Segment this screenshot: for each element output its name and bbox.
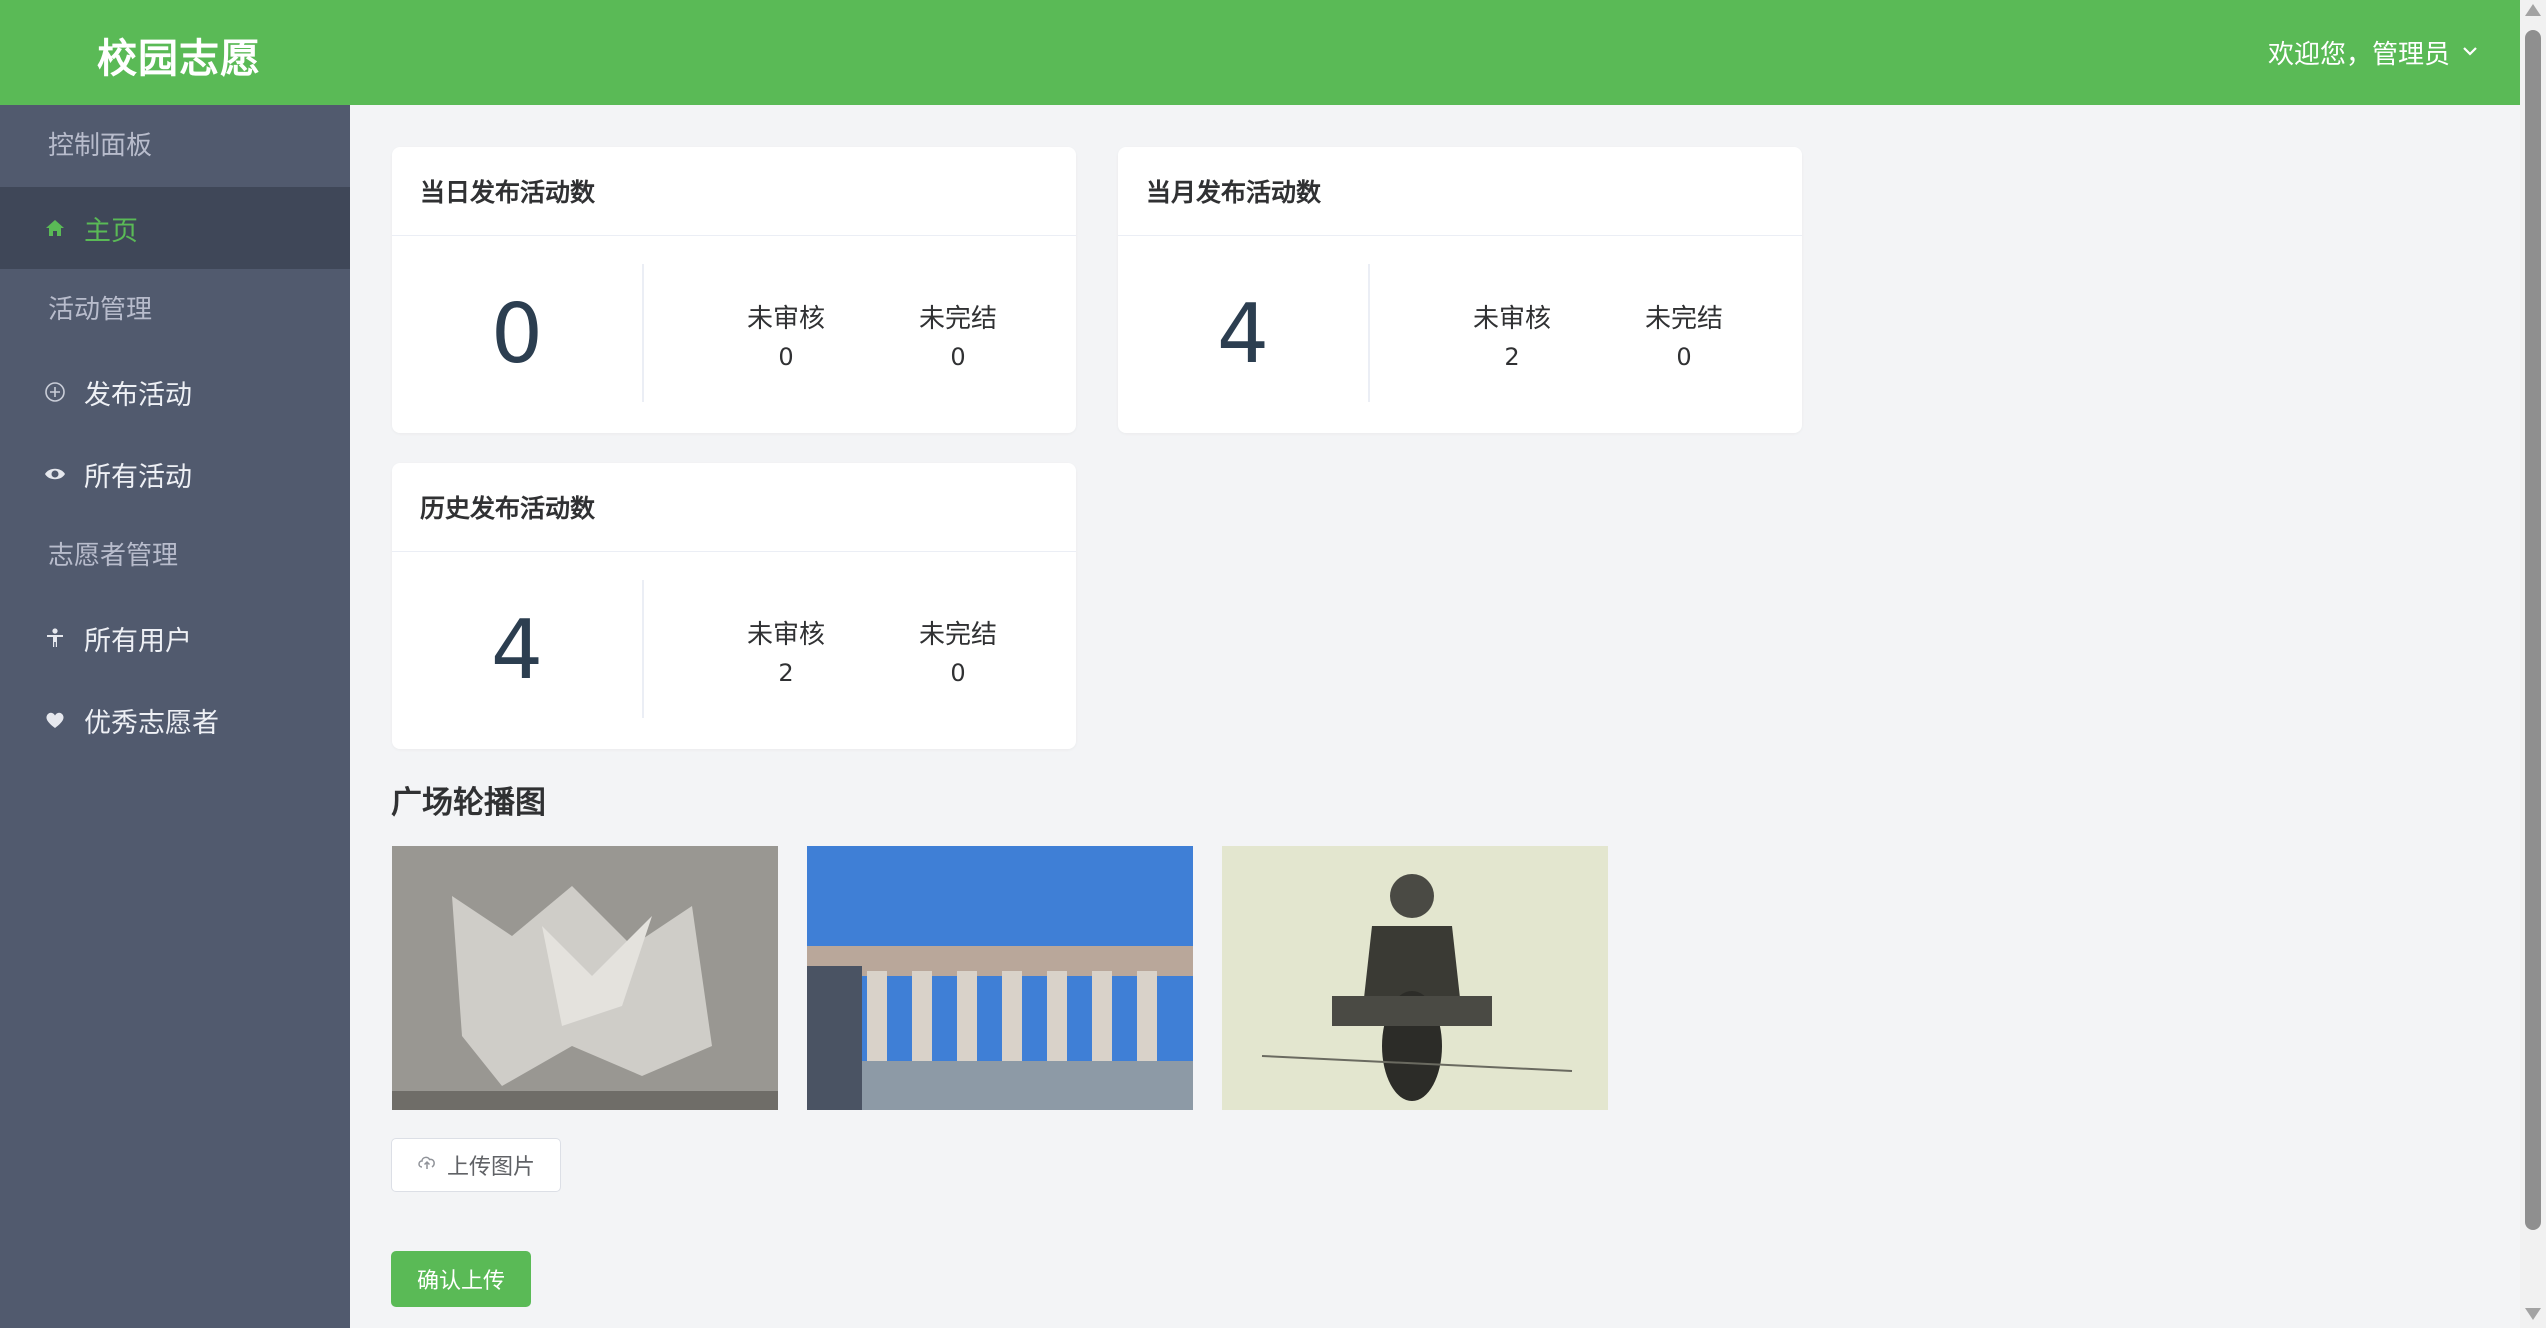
pending-stat: 未审核 2 bbox=[1452, 298, 1572, 371]
sidebar: 控制面板 主页 活动管理 发布活动 所有活动 志愿者管理 所有用户 优秀志愿者 bbox=[0, 105, 350, 1328]
sidebar-item-all-users[interactable]: 所有用户 bbox=[0, 597, 350, 679]
unfinished-label: 未完结 bbox=[1644, 304, 1723, 334]
scroll-down-arrow-icon[interactable] bbox=[2525, 1308, 2541, 1320]
vertical-scrollbar[interactable] bbox=[2520, 0, 2546, 1328]
pending-value: 0 bbox=[778, 343, 794, 371]
unfinished-stat: 未完结 0 bbox=[898, 614, 1018, 687]
card-title: 当月发布活动数 bbox=[1118, 147, 1802, 236]
confirm-upload-button[interactable]: 确认上传 bbox=[391, 1251, 531, 1307]
sidebar-item-label: 主页 bbox=[84, 215, 138, 247]
sidebar-item-label: 发布活动 bbox=[84, 379, 192, 411]
sidebar-item-label: 优秀志愿者 bbox=[84, 707, 219, 739]
pending-value: 2 bbox=[1504, 343, 1520, 371]
pending-stat: 未审核 0 bbox=[726, 298, 846, 371]
unfinished-value: 0 bbox=[950, 343, 966, 371]
card-title: 当日发布活动数 bbox=[392, 147, 1076, 236]
upload-button-label: 上传图片 bbox=[446, 1155, 535, 1180]
main-content: 当日发布活动数 0 未审核 0 未完结 0 当月发布活动数 4 未审核 2 未完… bbox=[350, 105, 2520, 1328]
stat-card-monthly: 当月发布活动数 4 未审核 2 未完结 0 bbox=[1118, 147, 1802, 433]
divider bbox=[1368, 264, 1370, 402]
heart-icon bbox=[42, 707, 68, 733]
carousel-image[interactable] bbox=[807, 846, 1193, 1110]
unfinished-stat: 未完结 0 bbox=[898, 298, 1018, 371]
total-count: 0 bbox=[490, 287, 544, 382]
menu-group-dashboard: 控制面板 bbox=[48, 131, 153, 161]
carousel-title: 广场轮播图 bbox=[391, 785, 546, 821]
upload-image-button[interactable]: 上传图片 bbox=[391, 1138, 561, 1192]
divider bbox=[642, 580, 644, 718]
chevron-down-icon bbox=[2460, 38, 2480, 68]
pending-label: 未审核 bbox=[746, 620, 825, 650]
scroll-thumb[interactable] bbox=[2525, 30, 2541, 1230]
pending-label: 未审核 bbox=[746, 304, 825, 334]
welcome-text: 欢迎您，管理员 bbox=[2267, 40, 2450, 70]
divider bbox=[642, 264, 644, 402]
total-count: 4 bbox=[1216, 287, 1270, 382]
menu-group-volunteer: 志愿者管理 bbox=[48, 541, 179, 571]
user-dropdown[interactable]: 欢迎您，管理员 bbox=[2268, 34, 2480, 71]
total-count: 4 bbox=[490, 603, 544, 698]
pending-stat: 未审核 2 bbox=[726, 614, 846, 687]
unfinished-label: 未完结 bbox=[918, 620, 997, 650]
unfinished-value: 0 bbox=[950, 659, 966, 687]
eye-icon bbox=[42, 461, 68, 487]
sidebar-item-label: 所有活动 bbox=[84, 461, 192, 493]
scroll-up-arrow-icon[interactable] bbox=[2525, 4, 2541, 16]
stat-card-history: 历史发布活动数 4 未审核 2 未完结 0 bbox=[392, 463, 1076, 749]
carousel-image[interactable] bbox=[392, 846, 778, 1110]
pending-value: 2 bbox=[778, 659, 794, 687]
stat-card-daily: 当日发布活动数 0 未审核 0 未完结 0 bbox=[392, 147, 1076, 433]
top-header: 校园志愿 欢迎您，管理员 bbox=[0, 0, 2520, 105]
unfinished-value: 0 bbox=[1676, 343, 1692, 371]
home-icon bbox=[42, 215, 68, 241]
unfinished-stat: 未完结 0 bbox=[1624, 298, 1744, 371]
sidebar-item-publish-activity[interactable]: 发布活动 bbox=[0, 351, 350, 433]
sidebar-item-all-activities[interactable]: 所有活动 bbox=[0, 433, 350, 515]
app-logo[interactable]: 校园志愿 bbox=[97, 26, 261, 84]
person-icon bbox=[42, 625, 68, 651]
sidebar-item-label: 所有用户 bbox=[84, 625, 192, 657]
unfinished-label: 未完结 bbox=[918, 304, 997, 334]
card-title: 历史发布活动数 bbox=[392, 463, 1076, 552]
carousel-image[interactable] bbox=[1222, 846, 1608, 1110]
sidebar-item-home[interactable]: 主页 bbox=[0, 187, 350, 269]
upload-cloud-icon bbox=[417, 1152, 437, 1178]
pending-label: 未审核 bbox=[1472, 304, 1551, 334]
plus-circle-icon bbox=[42, 379, 68, 405]
sidebar-item-excellent-volunteers[interactable]: 优秀志愿者 bbox=[0, 679, 350, 761]
menu-group-activity: 活动管理 bbox=[48, 295, 153, 325]
